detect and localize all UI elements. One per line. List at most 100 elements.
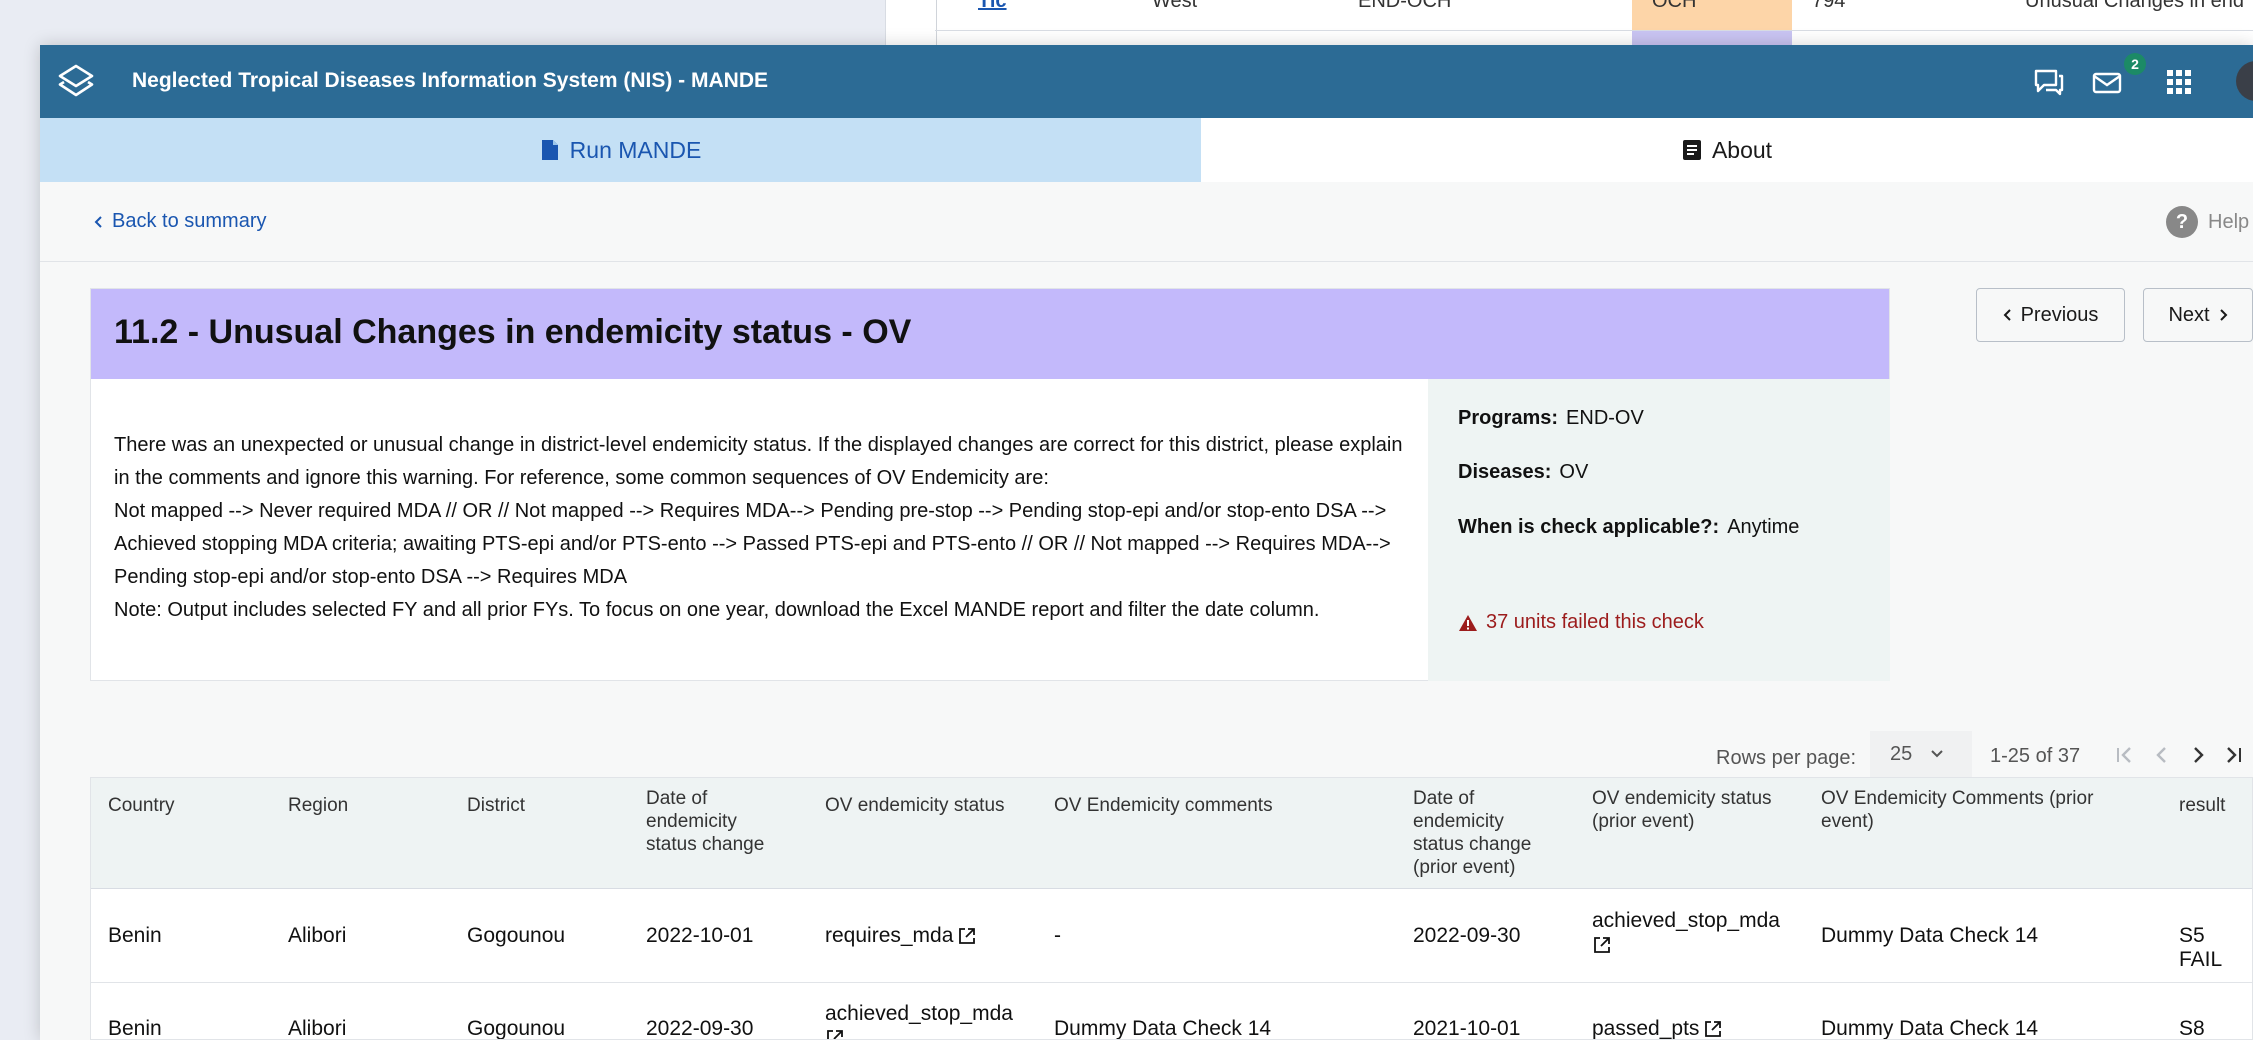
document-icon — [1682, 140, 1701, 160]
main-tabs: Run MANDE About — [40, 118, 2253, 182]
column-header-ov-comments-prior[interactable]: OV Endemicity Comments (prior event) — [1821, 787, 2121, 833]
background-cell: END-OCH — [1358, 0, 1452, 12]
background-cell: 794 — [1812, 0, 1846, 12]
applicable-row: When is check applicable?: Anytime — [1458, 516, 1799, 539]
cell-country: Benin — [108, 1017, 162, 1040]
rows-per-page-label: Rows per page: — [1716, 746, 1857, 769]
column-header-country[interactable]: Country — [108, 794, 175, 817]
ov-status-link[interactable]: achieved_stop_mda — [825, 1002, 1013, 1025]
table-header: Country Region District Date of endemici… — [91, 778, 2252, 889]
external-link-icon[interactable] — [825, 1028, 845, 1040]
cell-country: Benin — [108, 924, 162, 947]
cell-ov-comments-prior: Dummy Data Check 14 — [1821, 1017, 2039, 1040]
check-description: There was an unexpected or unusual chang… — [114, 429, 1404, 627]
user-avatar[interactable] — [2236, 61, 2253, 101]
check-title: 11.2 - Unusual Changes in endemicity sta… — [114, 313, 912, 351]
background-cell: OCH — [1652, 0, 1697, 12]
column-header-ov-status[interactable]: OV endemicity status — [825, 794, 1005, 817]
cell-ov-comments: Dummy Data Check 14 — [1054, 1017, 1272, 1040]
cell-ov-status-prior[interactable]: passed_pts — [1592, 1017, 1723, 1039]
table-row[interactable]: Benin Alibori Gogounou 2022-09-30 achiev… — [91, 983, 2252, 1040]
cell-result: S8 FAIL — [2179, 1017, 2205, 1040]
rows-per-page-label-wrap: Rows per page: — [1716, 735, 1856, 781]
description-line: There was an unexpected or unusual chang… — [114, 434, 1403, 489]
background-link[interactable]: Tic — [978, 0, 1007, 13]
ov-status-prior-link[interactable]: achieved_stop_mda — [1592, 909, 1780, 932]
next-page-icon[interactable] — [2185, 742, 2211, 768]
previous-button[interactable]: Previous — [1976, 288, 2125, 342]
help-button[interactable]: ? Help — [2166, 206, 2249, 238]
notification-badge: 2 — [2124, 53, 2146, 75]
column-header-district[interactable]: District — [467, 794, 525, 817]
background-cell: West — [1152, 0, 1198, 12]
help-label: Help — [2208, 210, 2250, 233]
next-label: Next — [2168, 303, 2210, 326]
check-metadata: Programs: END-OV Diseases: OV When is chec… — [1428, 379, 1890, 681]
check-header: 11.2 - Unusual Changes in endemicity sta… — [91, 289, 1889, 379]
mail-icon[interactable] — [2090, 65, 2124, 99]
first-page-icon[interactable] — [2112, 742, 2138, 768]
cell-district: Gogounou — [467, 1017, 566, 1040]
diseases-value: OV — [1559, 461, 1589, 483]
cell-result: S5 FAIL — [2179, 924, 2223, 971]
back-to-summary-link[interactable]: Back to summary — [94, 210, 266, 233]
column-header-ov-comments[interactable]: OV Endemicity comments — [1054, 794, 1273, 817]
chevron-left-icon — [94, 215, 102, 228]
column-header-date-change[interactable]: Date of endemicity status change — [646, 787, 781, 856]
column-header-date-change-prior[interactable]: Date of endemicity status change (prior … — [1413, 787, 1548, 879]
diseases-row: Diseases: OV — [1458, 461, 1588, 484]
check-card: 11.2 - Unusual Changes in endemicity sta… — [90, 288, 1890, 681]
column-header-result[interactable]: result — [2179, 794, 2225, 817]
cell-date-change-prior: 2021-10-01 — [1413, 1017, 1521, 1040]
cell-date-change-prior: 2022-09-30 — [1413, 924, 1521, 947]
app-bar: Neglected Tropical Diseases Information … — [40, 45, 2253, 118]
programs-value: END-OV — [1566, 407, 1644, 429]
cell-region: Alibori — [288, 1017, 347, 1040]
background-row-divider — [935, 30, 2253, 31]
cell-ov-status[interactable]: requires_mda — [825, 924, 977, 948]
app-logo-icon[interactable] — [56, 62, 96, 102]
pagination-range: 1-25 of 37 — [1990, 745, 2081, 767]
tab-run-mande[interactable]: Run MANDE — [40, 118, 1201, 182]
external-link-icon[interactable] — [1592, 935, 1612, 955]
chevron-right-icon — [2219, 309, 2227, 321]
table-row[interactable]: Benin Alibori Gogounou 2022-10-01 requir… — [91, 889, 2252, 983]
description-line: Not mapped --> Never required MDA // OR … — [114, 500, 1391, 588]
rows-per-page-select[interactable]: 25 — [1870, 731, 1972, 777]
cell-ov-comments-prior: Dummy Data Check 14 — [1821, 924, 2039, 947]
previous-label: Previous — [2020, 303, 2099, 326]
cell-date-change: 2022-10-01 — [646, 924, 754, 947]
cell-ov-status[interactable]: achieved_stop_mda — [825, 1002, 1025, 1040]
external-link-icon[interactable] — [1703, 1019, 1723, 1039]
sub-toolbar: Back to summary ? Help — [40, 182, 2253, 262]
chat-icon[interactable] — [2032, 65, 2066, 99]
next-button[interactable]: Next — [2143, 288, 2253, 342]
description-line: Note: Output includes selected FY and al… — [114, 599, 1320, 621]
previous-page-icon[interactable] — [2149, 742, 2175, 768]
results-table: Country Region District Date of endemici… — [90, 777, 2253, 1040]
apps-grid-icon[interactable] — [2162, 65, 2196, 99]
warning-icon — [1459, 614, 1477, 631]
column-header-ov-status-prior[interactable]: OV endemicity status (prior event) — [1592, 787, 1792, 833]
tab-run-mande-label: Run MANDE — [569, 136, 702, 163]
fail-status: 37 units failed this check — [1458, 611, 1704, 634]
back-to-summary-label: Back to summary — [112, 210, 267, 232]
column-header-region[interactable]: Region — [288, 794, 348, 817]
applicable-label: When is check applicable?: — [1458, 516, 1720, 538]
tab-about[interactable]: About — [1201, 118, 2253, 182]
cell-ov-comments: - — [1054, 924, 1061, 947]
cell-date-change: 2022-09-30 — [646, 1017, 754, 1040]
ov-status-link[interactable]: requires_mda — [825, 924, 953, 947]
chevron-down-icon — [1931, 750, 1943, 758]
programs-label: Programs: — [1458, 407, 1559, 429]
applicable-value: Anytime — [1727, 516, 1800, 538]
programs-row: Programs: END-OV — [1458, 407, 1644, 430]
chevron-left-icon — [2003, 309, 2011, 321]
external-link-icon[interactable] — [957, 926, 977, 946]
help-icon: ? — [2166, 206, 2198, 238]
last-page-icon[interactable] — [2220, 742, 2246, 768]
cell-ov-status-prior[interactable]: achieved_stop_mda — [1592, 909, 1792, 957]
ov-status-prior-link[interactable]: passed_pts — [1592, 1017, 1699, 1039]
tab-about-label: About — [1711, 136, 1773, 163]
app-title: Neglected Tropical Diseases Information … — [132, 69, 768, 92]
